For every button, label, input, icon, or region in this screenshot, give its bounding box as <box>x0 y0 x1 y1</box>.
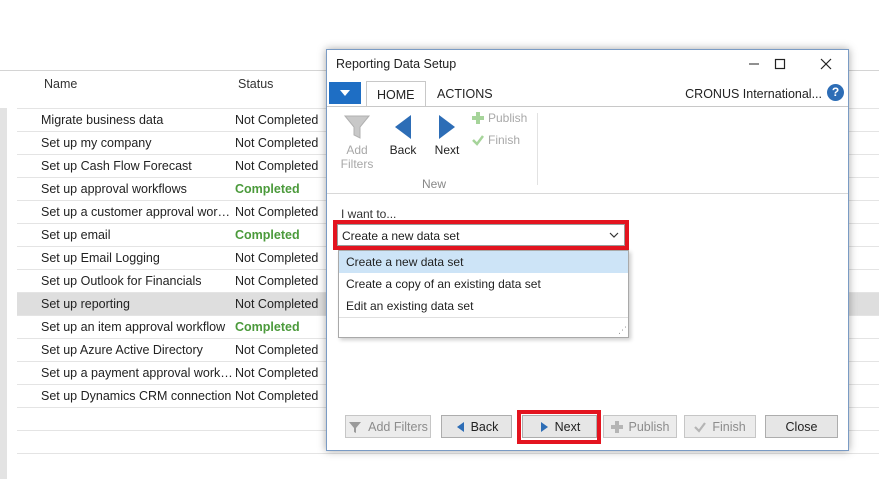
row-status: Completed <box>235 228 300 242</box>
dialog-titlebar[interactable]: Reporting Data Setup <box>327 50 848 78</box>
row-status: Not Completed <box>235 205 319 219</box>
ribbon-add-filters-line2: Filters <box>340 157 374 171</box>
close-icon <box>820 58 832 70</box>
dropdown-option[interactable]: Create a copy of an existing data set <box>339 273 628 295</box>
publish-plus-icon <box>610 420 623 433</box>
finish-button[interactable]: Finish <box>684 415 756 438</box>
row-status: Not Completed <box>235 343 319 357</box>
column-header-name[interactable]: Name <box>44 77 77 91</box>
reporting-data-setup-dialog: Reporting Data Setup HOME ACTIONS CRONUS… <box>326 49 849 451</box>
highlight-box-next <box>517 410 601 444</box>
back-arrow-icon <box>395 115 411 139</box>
row-name[interactable]: Set up Azure Active Directory <box>41 343 233 357</box>
dropdown-option[interactable]: Edit an existing data set <box>339 295 628 317</box>
next-arrow-icon <box>439 115 455 139</box>
checkmark-icon <box>694 421 707 433</box>
ribbon-back-button[interactable]: Back <box>387 113 419 157</box>
row-name[interactable]: Set up approval workflows <box>41 182 233 196</box>
row-name[interactable]: Set up my company <box>41 136 233 150</box>
app-menu-button[interactable] <box>329 82 361 104</box>
row-status: Not Completed <box>235 136 319 150</box>
finish-label: Finish <box>712 419 746 434</box>
add-filters-label: Add Filters <box>368 419 428 434</box>
row-status: Not Completed <box>235 274 319 288</box>
minimize-icon <box>749 63 759 65</box>
row-name[interactable]: Set up a customer approval workf... <box>41 205 233 219</box>
filter-icon <box>343 115 371 139</box>
dialog-title: Reporting Data Setup <box>336 57 457 71</box>
maximize-icon <box>774 58 786 70</box>
row-name[interactable]: Set up email <box>41 228 233 242</box>
ribbon-back-label: Back <box>389 143 417 157</box>
row-status: Not Completed <box>235 366 319 380</box>
ribbon-publish-button[interactable]: Publish <box>471 111 527 125</box>
caret-down-icon <box>340 90 350 96</box>
row-status: Not Completed <box>235 159 319 173</box>
publish-plus-icon <box>472 112 484 124</box>
ribbon-tab-bar: HOME ACTIONS CRONUS International... ? <box>327 78 848 107</box>
ribbon-add-filters-line1: Add <box>346 143 368 157</box>
filter-icon <box>349 421 362 433</box>
dropdown-option[interactable]: Create a new data set <box>339 251 628 273</box>
action-dropdown-list: Create a new data set Create a copy of a… <box>338 250 629 338</box>
back-label: Back <box>470 419 499 434</box>
company-name[interactable]: CRONUS International... <box>685 87 822 101</box>
ribbon-next-label: Next <box>434 143 460 157</box>
resize-grip-icon[interactable]: ⋰ <box>618 325 627 336</box>
row-status: Completed <box>235 182 300 196</box>
highlight-box-select <box>333 220 629 250</box>
row-name[interactable]: Set up a payment approval workfl... <box>41 366 233 380</box>
ribbon-finish-label: Finish <box>488 133 521 147</box>
tab-actions[interactable]: ACTIONS <box>427 81 503 107</box>
row-name[interactable]: Set up reporting <box>41 297 233 311</box>
column-header-status[interactable]: Status <box>238 77 273 91</box>
back-arrow-icon <box>456 421 464 432</box>
row-name[interactable]: Set up Email Logging <box>41 251 233 265</box>
left-scroll-strip <box>0 70 7 479</box>
ribbon-add-filters-button[interactable]: Add Filters <box>339 113 375 171</box>
close-button[interactable]: Close <box>765 415 838 438</box>
row-name[interactable]: Set up Cash Flow Forecast <box>41 159 233 173</box>
ribbon: Add Filters Back Next Publish Finish New <box>327 106 848 194</box>
publish-label: Publish <box>628 419 670 434</box>
ribbon-next-button[interactable]: Next <box>431 113 463 157</box>
row-name[interactable]: Set up an item approval workflow <box>41 320 233 334</box>
checkmark-icon <box>472 135 484 146</box>
row-status: Not Completed <box>235 113 319 127</box>
add-filters-button[interactable]: Add Filters <box>345 415 431 438</box>
row-name[interactable]: Set up Dynamics CRM connection <box>41 389 233 403</box>
row-name[interactable]: Migrate business data <box>41 113 233 127</box>
row-status: Completed <box>235 320 300 334</box>
dialog-footer: Add Filters Back Next Publish Finish Clo… <box>327 410 848 450</box>
row-status: Not Completed <box>235 389 319 403</box>
ribbon-group-label: New <box>422 177 447 191</box>
screen: { "list": { "columns": { "name": "Name",… <box>0 0 879 479</box>
tab-home[interactable]: HOME <box>366 81 426 107</box>
ribbon-finish-button[interactable]: Finish <box>471 133 520 147</box>
row-name[interactable]: Set up Outlook for Financials <box>41 274 233 288</box>
want-to-label: I want to... <box>341 207 397 221</box>
ribbon-group-separator <box>537 113 538 185</box>
row-status: Not Completed <box>235 251 319 265</box>
help-icon[interactable]: ? <box>827 84 844 101</box>
maximize-button[interactable] <box>760 50 800 78</box>
close-label: Close <box>785 419 818 434</box>
publish-button[interactable]: Publish <box>603 415 677 438</box>
ribbon-publish-label: Publish <box>488 111 528 125</box>
table-row-empty <box>17 453 879 476</box>
close-window-button[interactable] <box>806 50 846 78</box>
dropdown-footer: ⋰ <box>339 317 628 338</box>
back-button[interactable]: Back <box>441 415 512 438</box>
row-status: Not Completed <box>235 297 319 311</box>
